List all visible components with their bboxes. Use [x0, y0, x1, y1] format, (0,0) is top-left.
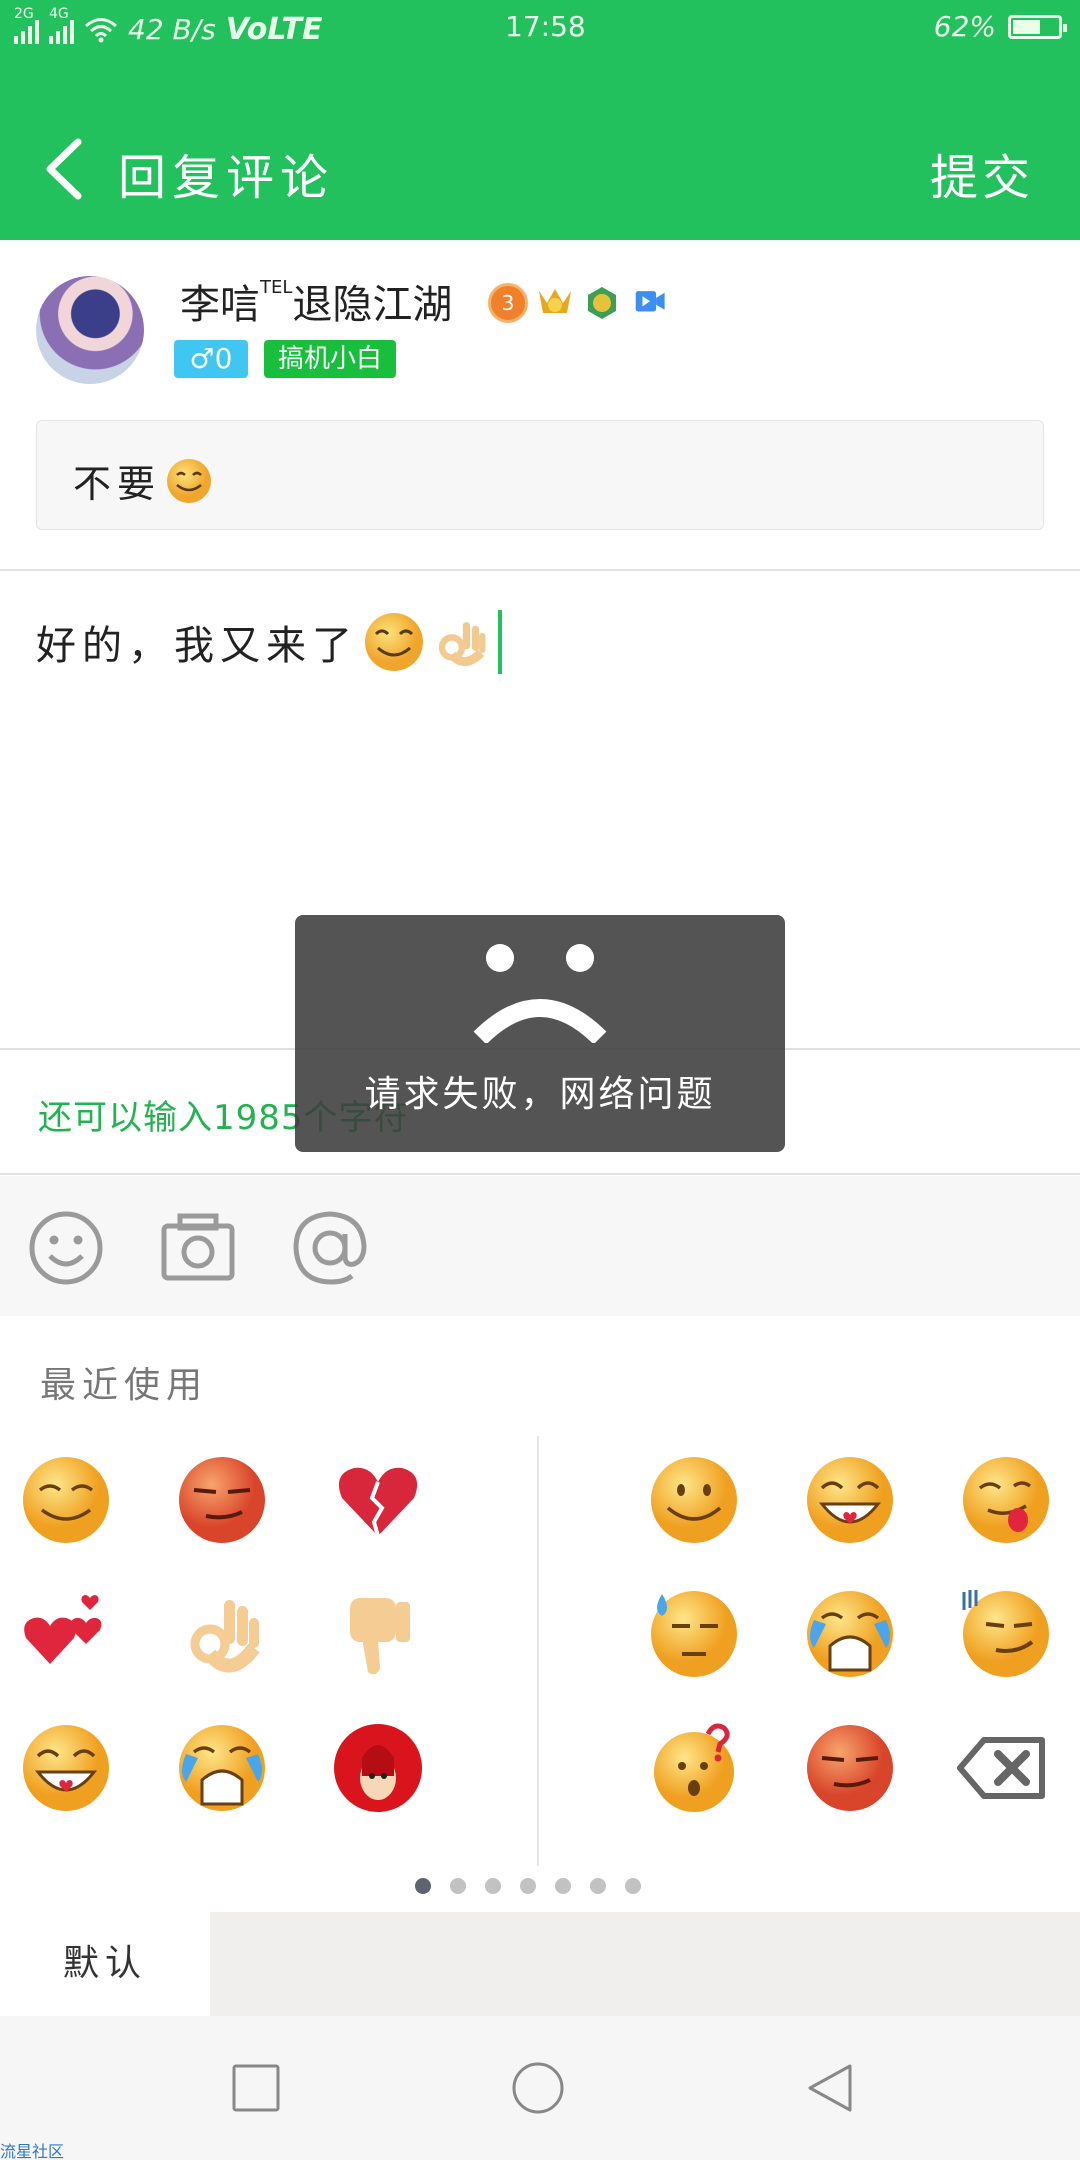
ok-hand-emoji-icon — [438, 622, 486, 667]
level-badge-number: 3 — [501, 291, 515, 315]
page-title: 回复评论 — [118, 150, 335, 206]
home-button-icon[interactable] — [512, 2062, 564, 2114]
cry-emoji-icon[interactable] — [804, 1588, 896, 1680]
emoji-tab-bar: 默认 — [0, 1912, 1080, 2016]
smirk-red-emoji-icon[interactable] — [804, 1722, 896, 1814]
thumbs-down-emoji-icon[interactable] — [332, 1588, 424, 1680]
grin-heart-emoji-icon[interactable] — [804, 1454, 896, 1546]
sweat-emoji-icon[interactable] — [648, 1588, 740, 1680]
quoted-comment-text: 不要 — [73, 453, 213, 508]
page-dot[interactable] — [555, 1878, 571, 1894]
toast-message: 请求失败，网络问题 — [364, 1074, 716, 1115]
text-cursor — [498, 610, 502, 674]
volte-indicator: VoLTE — [225, 12, 323, 47]
page-dot[interactable] — [625, 1878, 641, 1894]
reply-text: 好的，我又来了 — [36, 623, 358, 669]
signal-icon: 2G — [14, 6, 39, 49]
system-nav-bar — [0, 2016, 1080, 2160]
battery-icon — [1008, 14, 1067, 39]
battery-percent: 62% — [933, 10, 996, 43]
signal-icon-2: 4G — [49, 6, 74, 49]
error-toast: 请求失败，网络问题 — [295, 915, 785, 1152]
clock: 17:58 — [505, 10, 586, 43]
quoted-comment: 不要 — [36, 420, 1044, 530]
app-header: 2G 4G 42 B/s VoLTE 17:58 62% 回复评论 提交 — [0, 0, 1080, 240]
smile-emoji-icon[interactable] — [648, 1454, 740, 1546]
cry-emoji-icon[interactable] — [176, 1722, 268, 1814]
confused-emoji-icon[interactable] — [648, 1722, 740, 1814]
network-speed: 42 B/s — [128, 13, 216, 46]
two-hearts-emoji-icon[interactable] — [20, 1588, 112, 1680]
divider — [0, 1173, 1080, 1175]
gender-tag: ♂0 — [174, 340, 248, 378]
recents-button-icon[interactable] — [230, 2062, 282, 2114]
broken-heart-emoji-icon[interactable] — [332, 1454, 424, 1546]
page-dot[interactable] — [485, 1878, 501, 1894]
sad-face-icon — [473, 944, 607, 1043]
divider — [0, 569, 1080, 571]
camera-icon[interactable] — [160, 1210, 236, 1286]
emoji-icon[interactable] — [28, 1210, 104, 1286]
video-badge-icon — [635, 291, 665, 312]
submit-button[interactable]: 提交 — [930, 138, 1034, 208]
back-arrow-icon[interactable] — [40, 134, 100, 204]
page-dot[interactable] — [590, 1878, 606, 1894]
avatar[interactable] — [36, 276, 144, 384]
smirk-red-emoji-icon[interactable] — [176, 1454, 268, 1546]
page-dot[interactable] — [520, 1878, 536, 1894]
quoted-text: 不要 — [73, 462, 162, 506]
tab-default[interactable]: 默认 — [0, 1912, 210, 2016]
red-hair-doll-emoji-icon[interactable] — [332, 1722, 424, 1814]
title-bar: 回复评论 提交 — [0, 120, 1080, 220]
username-suffix: 退隐江湖 — [292, 282, 453, 328]
level-badge-icon: 3 — [488, 283, 528, 323]
at-mention-icon[interactable] — [292, 1210, 368, 1286]
watermark-text: 流星社区 — [0, 2142, 65, 2161]
status-bar: 2G 4G 42 B/s VoLTE 17:58 62% — [0, 0, 1080, 56]
page-dot[interactable] — [450, 1878, 466, 1894]
reply-input-text[interactable]: 好的，我又来了 — [36, 610, 502, 674]
speed-smirk-emoji-icon[interactable] — [960, 1588, 1052, 1680]
username[interactable]: 李唁 TEL 退隐江湖 — [180, 272, 452, 330]
tongue-out-emoji-icon[interactable] — [960, 1454, 1052, 1546]
page-dot[interactable] — [415, 1878, 431, 1894]
trophy-badge-icon — [539, 289, 571, 313]
recent-used-label: 最近使用 — [40, 1365, 209, 1406]
ok-hand-emoji-icon[interactable] — [176, 1588, 268, 1680]
input-toolbar — [0, 1176, 1080, 1316]
smile-shy-emoji-icon[interactable] — [20, 1454, 112, 1546]
emoji-panel: 最近使用 — [0, 1316, 1080, 1912]
backspace-delete-icon[interactable] — [956, 1722, 1048, 1814]
page-indicator — [415, 1878, 641, 1894]
smile-emoji-icon — [365, 613, 423, 671]
back-button-icon[interactable] — [804, 2062, 856, 2114]
grin-tongue-heart-emoji-icon[interactable] — [20, 1722, 112, 1814]
smile-emoji-icon — [167, 458, 212, 503]
username-text: 李唁 — [180, 282, 260, 328]
panel-divider — [537, 1436, 539, 1866]
wifi-icon — [85, 17, 117, 42]
medal-badge-icon — [588, 287, 616, 319]
rank-tag: 搞机小白 — [264, 340, 397, 378]
username-sup: TEL — [260, 276, 293, 298]
